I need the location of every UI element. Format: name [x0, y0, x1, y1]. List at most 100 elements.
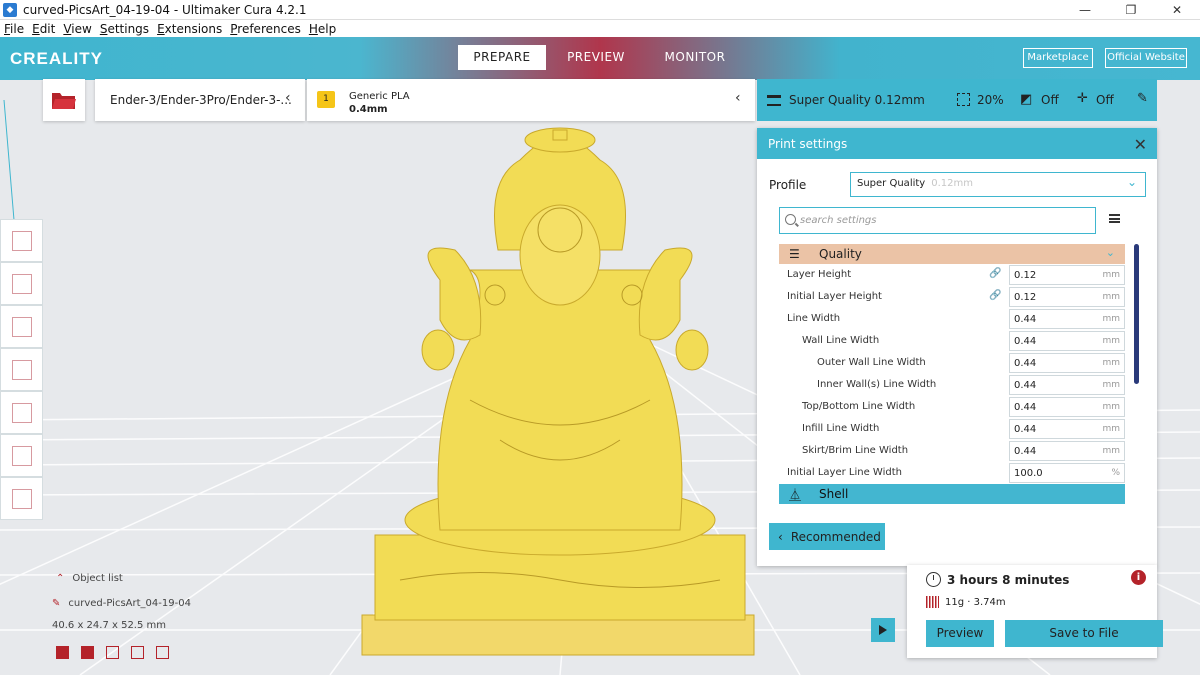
output-panel: 3 hours 8 minutes i 11g · 3.74m Preview …	[907, 565, 1163, 658]
profile-value: Super Quality	[857, 178, 926, 189]
window-title: curved-PicsArt_04-19-04 - Ultimaker Cura…	[23, 2, 307, 17]
rotate-tool-button[interactable]	[0, 305, 43, 348]
setting-label: Layer Height	[787, 269, 852, 280]
profile-dropdown[interactable]: Super Quality 0.12mm ⌄	[850, 172, 1146, 197]
view-front-icon[interactable]	[81, 646, 94, 659]
printer-name: Ender-3/Ender-3Pro/Ender-3-...	[110, 93, 292, 107]
marketplace-button[interactable]: Marketplace	[1023, 48, 1093, 68]
setting-label: Line Width	[787, 313, 841, 324]
chevron-down-icon: ⌄	[1105, 246, 1115, 259]
support-blocker-button[interactable]	[0, 434, 43, 477]
folder-icon	[52, 93, 76, 109]
setting-value-field[interactable]: 0.12 mm	[1009, 287, 1125, 307]
transform-toolbar	[0, 219, 43, 520]
search-settings-input[interactable]: search settings	[779, 207, 1096, 234]
settings-scrollbar[interactable]	[1134, 244, 1139, 384]
support-value: Off	[1041, 93, 1059, 107]
save-to-file-button[interactable]: Save to File	[1005, 620, 1163, 647]
minimize-button[interactable]: —	[1062, 0, 1108, 20]
layer-icon	[11, 488, 32, 509]
per-model-settings-button[interactable]	[0, 391, 43, 434]
setting-value-field[interactable]: 0.12 mm	[1009, 265, 1125, 285]
tab-preview[interactable]: PREVIEW	[556, 45, 636, 70]
print-settings-title: Print settings	[768, 136, 848, 151]
setting-value-field[interactable]: 0.44 mm	[1009, 353, 1125, 373]
scale-icon	[11, 273, 32, 294]
setting-value-field[interactable]: 0.44 mm	[1009, 309, 1125, 329]
setting-value-field[interactable]: 0.44 mm	[1009, 331, 1125, 351]
move-icon	[11, 230, 32, 251]
print-settings-header: Print settings ✕	[757, 128, 1157, 159]
category-shell-label: Shell	[819, 487, 849, 501]
quality-profile: Super Quality 0.12mm	[789, 93, 925, 107]
object-name-text: curved-PicsArt_04-19-04	[68, 598, 191, 609]
open-file-button[interactable]	[43, 79, 85, 121]
tab-monitor[interactable]: MONITOR	[652, 45, 738, 70]
official-website-button[interactable]: Official Website	[1105, 48, 1187, 68]
window-title-bar: ◆ curved-PicsArt_04-19-04 - Ultimaker Cu…	[0, 0, 1200, 20]
print-time-value: 3 hours 8 minutes	[947, 572, 1070, 587]
search-icon	[785, 214, 796, 225]
edit-pencil-icon[interactable]: ✎	[1137, 91, 1148, 106]
print-setup-selector[interactable]: Super Quality 0.12mm 20% ◩ Off ✛ Off ✎	[757, 79, 1157, 121]
mirror-tool-button[interactable]	[0, 348, 43, 391]
view-top-icon[interactable]	[106, 646, 119, 659]
menu-view[interactable]: View	[63, 22, 91, 36]
setting-label: Top/Bottom Line Width	[802, 401, 916, 412]
setting-label: Initial Layer Line Width	[787, 467, 902, 478]
material-selector[interactable]: 1 Generic PLA 0.4mm ‹	[307, 79, 755, 121]
category-quality[interactable]: ☰ Quality ⌄	[779, 244, 1125, 264]
link-icon: 🔗	[989, 290, 1002, 301]
per-model-settings-icon	[11, 402, 32, 423]
setting-row: Top/Bottom Line Width 0.44 mm	[779, 396, 1125, 418]
material-name: Generic PLA	[349, 91, 410, 102]
nozzle-size: 0.4mm	[349, 104, 388, 115]
extruder-badge-icon: 1	[317, 91, 335, 108]
support-icon: ◩	[1020, 92, 1033, 107]
object-list-toggle[interactable]: ⌃ Object list	[56, 573, 123, 584]
preview-button[interactable]: Preview	[926, 620, 994, 647]
category-shell[interactable]: ⏅ Shell	[779, 484, 1125, 504]
view-left-icon[interactable]	[131, 646, 144, 659]
layer-tool-button[interactable]	[0, 477, 43, 520]
rotate-icon	[11, 316, 32, 337]
profile-label: Profile	[769, 178, 807, 192]
close-window-button[interactable]: ✕	[1154, 0, 1200, 20]
recommended-button[interactable]: ‹ Recommended	[769, 523, 885, 550]
menu-edit[interactable]: Edit	[32, 22, 55, 36]
close-icon[interactable]: ✕	[1134, 135, 1147, 154]
info-icon[interactable]: i	[1131, 570, 1146, 585]
chevron-down-icon: ⌄	[1126, 175, 1137, 189]
menu-extensions[interactable]: Extensions	[157, 22, 222, 36]
maximize-button[interactable]: ❐	[1108, 0, 1154, 20]
camera-view-buttons	[56, 646, 181, 659]
scale-tool-button[interactable]	[0, 262, 43, 305]
setting-value-field[interactable]: 0.44 mm	[1009, 419, 1125, 439]
move-tool-button[interactable]	[0, 219, 43, 262]
setting-value-field[interactable]: 0.44 mm	[1009, 441, 1125, 461]
shell-category-icon: ⏅	[789, 487, 802, 502]
printer-chevron-left-icon: ‹	[285, 90, 291, 106]
view-3d-icon[interactable]	[56, 646, 69, 659]
setting-value-field[interactable]: 0.44 mm	[1009, 375, 1125, 395]
setting-row: Initial Layer Height 🔗 0.12 mm	[779, 286, 1125, 308]
tab-prepare[interactable]: PREPARE	[458, 45, 546, 70]
recommended-label: Recommended	[790, 529, 881, 544]
menu-file[interactable]: File	[4, 22, 24, 36]
settings-menu-icon[interactable]	[1109, 214, 1120, 223]
setting-value-field[interactable]: 100.0%	[1009, 463, 1125, 483]
slice-play-button[interactable]	[871, 618, 895, 642]
setting-value-field[interactable]: 0.44 mm	[1009, 397, 1125, 417]
object-name[interactable]: ✎ curved-PicsArt_04-19-04	[52, 598, 191, 609]
view-right-icon[interactable]	[156, 646, 169, 659]
printer-selector[interactable]: Ender-3/Ender-3Pro/Ender-3-... ‹	[95, 79, 305, 121]
infill-icon	[957, 93, 970, 106]
category-quality-label: Quality	[819, 247, 862, 261]
infill-value: 20%	[977, 93, 1004, 107]
cura-app-icon: ◆	[3, 2, 17, 17]
profile-sub: 0.12mm	[931, 178, 973, 189]
menu-preferences[interactable]: Preferences	[230, 22, 301, 36]
adhesion-value: Off	[1096, 93, 1114, 107]
menu-settings[interactable]: Settings	[100, 22, 149, 36]
menu-help[interactable]: Help	[309, 22, 336, 36]
